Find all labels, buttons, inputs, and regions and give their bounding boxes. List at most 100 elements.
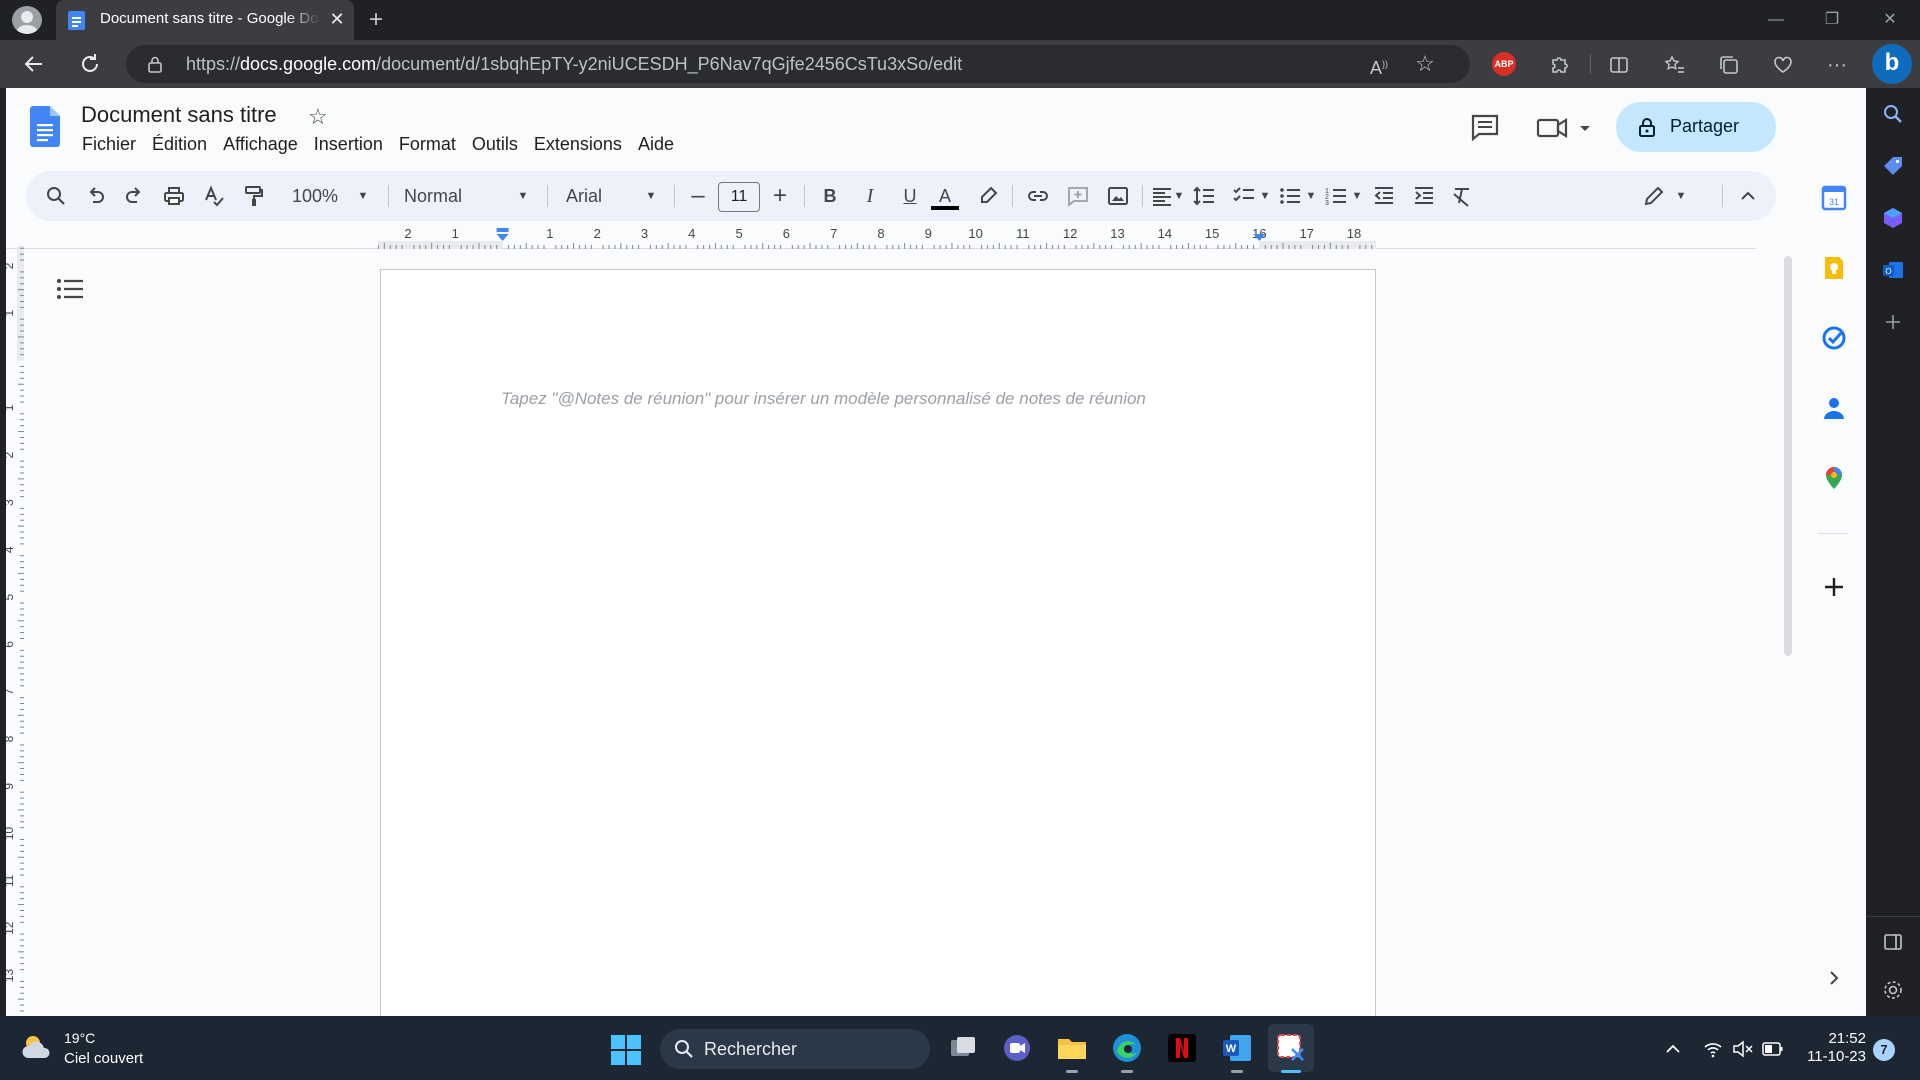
google-tasks-icon[interactable] <box>1821 325 1847 351</box>
hide-menus-chevron-up-icon[interactable] <box>1736 184 1760 208</box>
snipping-tool-icon[interactable] <box>1275 1032 1307 1064</box>
align-dropdown-icon[interactable]: ▼ <box>1172 184 1186 208</box>
document-outline-icon[interactable] <box>56 278 84 300</box>
windows-start-icon[interactable] <box>610 1034 642 1066</box>
decrease-indent-icon[interactable] <box>1372 184 1396 208</box>
reload-icon[interactable] <box>76 50 104 78</box>
print-icon[interactable] <box>162 184 186 208</box>
url-text[interactable]: https://docs.google.com/document/d/1sbqh… <box>186 54 962 75</box>
add-comment-icon[interactable] <box>1066 184 1090 208</box>
underline-icon[interactable]: U <box>898 184 922 208</box>
back-arrow-icon[interactable] <box>20 50 48 78</box>
close-window-icon[interactable]: ✕ <box>1860 0 1920 40</box>
outlook-icon[interactable]: O <box>1881 258 1905 282</box>
bulleted-list-dropdown-icon[interactable]: ▼ <box>1304 184 1318 208</box>
numbered-list-icon[interactable]: 123 <box>1324 184 1348 208</box>
horizontal-ruler[interactable]: 21123456789101112131415161718 <box>378 227 1376 249</box>
weather-condition[interactable]: Ciel couvert <box>64 1050 143 1067</box>
menu-affichage[interactable]: Affichage <box>223 134 298 155</box>
task-view-icon[interactable] <box>947 1032 979 1064</box>
lock-icon[interactable] <box>146 55 164 73</box>
netflix-icon[interactable] <box>1166 1032 1198 1064</box>
decrease-font-size-icon[interactable]: – <box>686 184 710 208</box>
increase-font-size-icon[interactable]: + <box>768 184 792 208</box>
numbered-list-dropdown-icon[interactable]: ▼ <box>1350 184 1364 208</box>
editing-mode-dropdown-icon[interactable]: ▼ <box>1674 184 1688 208</box>
sidebar-settings-gear-icon[interactable] <box>1881 978 1905 1002</box>
insert-link-icon[interactable] <box>1026 184 1050 208</box>
bing-copilot-icon[interactable]: b <box>1872 44 1912 84</box>
microsoft-edge-icon[interactable] <box>1111 1032 1143 1064</box>
italic-icon[interactable]: I <box>858 184 882 208</box>
get-add-ons-plus-icon[interactable] <box>1821 574 1847 600</box>
document-title[interactable]: Document sans titre <box>81 102 277 128</box>
google-keep-icon[interactable] <box>1821 255 1847 281</box>
browser-tab-active[interactable]: Document sans titre - Google Docs ✕ <box>56 0 354 40</box>
microsoft-word-icon[interactable]: W <box>1221 1032 1253 1064</box>
line-spacing-icon[interactable] <box>1192 184 1216 208</box>
battery-icon[interactable] <box>1762 1041 1784 1057</box>
font-family-select[interactable]: Arial <box>566 184 626 208</box>
new-tab-button[interactable]: + <box>362 6 390 34</box>
google-calendar-icon[interactable]: 31 <box>1821 185 1847 211</box>
show-side-panel-chevron-icon[interactable] <box>1821 965 1847 991</box>
font-dropdown-icon[interactable]: ▼ <box>644 184 658 208</box>
menu-aide[interactable]: Aide <box>638 134 674 155</box>
zoom-select[interactable]: 100% <box>292 184 342 208</box>
profile-avatar-icon[interactable] <box>12 6 42 34</box>
favorite-star-icon[interactable]: ☆ <box>1410 49 1440 79</box>
hide-sidebar-icon[interactable] <box>1881 930 1905 954</box>
collections-icon[interactable] <box>1714 50 1744 80</box>
document-page[interactable]: Tapez "@Notes de réunion" pour insérer u… <box>380 269 1376 1016</box>
file-explorer-icon[interactable] <box>1056 1032 1088 1064</box>
system-clock[interactable]: 21:52 11-10-23 <box>1800 1030 1866 1066</box>
google-docs-logo-icon[interactable] <box>30 106 60 147</box>
extensions-puzzle-icon[interactable] <box>1544 50 1574 80</box>
style-dropdown-icon[interactable]: ▼ <box>516 184 530 208</box>
close-tab-icon[interactable]: ✕ <box>326 8 348 30</box>
bulleted-list-icon[interactable] <box>1278 184 1302 208</box>
read-aloud-icon[interactable]: A)) <box>1364 49 1394 79</box>
bold-icon[interactable]: B <box>818 184 842 208</box>
checklist-dropdown-icon[interactable]: ▼ <box>1258 184 1272 208</box>
menu-format[interactable]: Format <box>399 134 456 155</box>
insert-image-icon[interactable] <box>1106 184 1130 208</box>
speaker-muted-icon[interactable] <box>1732 1040 1754 1058</box>
paint-format-icon[interactable] <box>242 184 266 208</box>
menu-insertion[interactable]: Insertion <box>314 134 383 155</box>
show-hidden-icons-chevron-icon[interactable] <box>1664 1040 1682 1058</box>
spellcheck-icon[interactable] <box>202 184 226 208</box>
vertical-scrollbar[interactable] <box>1784 256 1792 656</box>
favorites-list-icon[interactable] <box>1660 50 1690 80</box>
address-bar[interactable]: https://docs.google.com/document/d/1sbqh… <box>126 45 1470 83</box>
teams-chat-icon[interactable] <box>1001 1032 1033 1064</box>
adblock-plus-extension-icon[interactable]: ABP <box>1492 52 1516 76</box>
text-color-icon[interactable]: A <box>930 184 960 210</box>
menu-fichier[interactable]: Fichier <box>82 134 136 155</box>
notification-count-badge[interactable]: 7 <box>1873 1039 1895 1061</box>
highlight-color-icon[interactable] <box>976 184 1000 208</box>
browser-essentials-heart-icon[interactable] <box>1768 50 1798 80</box>
minimize-window-icon[interactable]: — <box>1746 0 1806 40</box>
weather-cloudy-icon[interactable] <box>20 1032 54 1062</box>
settings-more-icon[interactable]: ··· <box>1822 50 1852 80</box>
microsoft-tools-icon[interactable] <box>1881 206 1905 230</box>
split-screen-icon[interactable] <box>1604 50 1634 80</box>
comment-history-icon[interactable] <box>1470 113 1500 141</box>
weather-temperature[interactable]: 19°C <box>64 1030 95 1046</box>
restore-window-icon[interactable]: ❐ <box>1802 0 1862 40</box>
redo-icon[interactable] <box>122 184 146 208</box>
menu-outils[interactable]: Outils <box>472 134 518 155</box>
meet-video-call-icon[interactable] <box>1536 114 1598 142</box>
edge-search-icon[interactable] <box>1881 102 1905 126</box>
taskbar-search-box[interactable]: Rechercher <box>660 1029 930 1069</box>
checklist-icon[interactable] <box>1232 184 1256 208</box>
align-left-icon[interactable] <box>1150 184 1174 208</box>
add-sidebar-app-plus-icon[interactable] <box>1881 310 1905 334</box>
vertical-ruler[interactable]: 2112345678910111213 <box>6 246 24 1016</box>
wifi-icon[interactable] <box>1703 1040 1723 1058</box>
increase-indent-icon[interactable] <box>1412 184 1436 208</box>
menu-edition[interactable]: Édition <box>152 134 207 155</box>
shopping-tag-icon[interactable] <box>1881 154 1905 178</box>
editing-mode-pencil-icon[interactable] <box>1642 184 1666 208</box>
